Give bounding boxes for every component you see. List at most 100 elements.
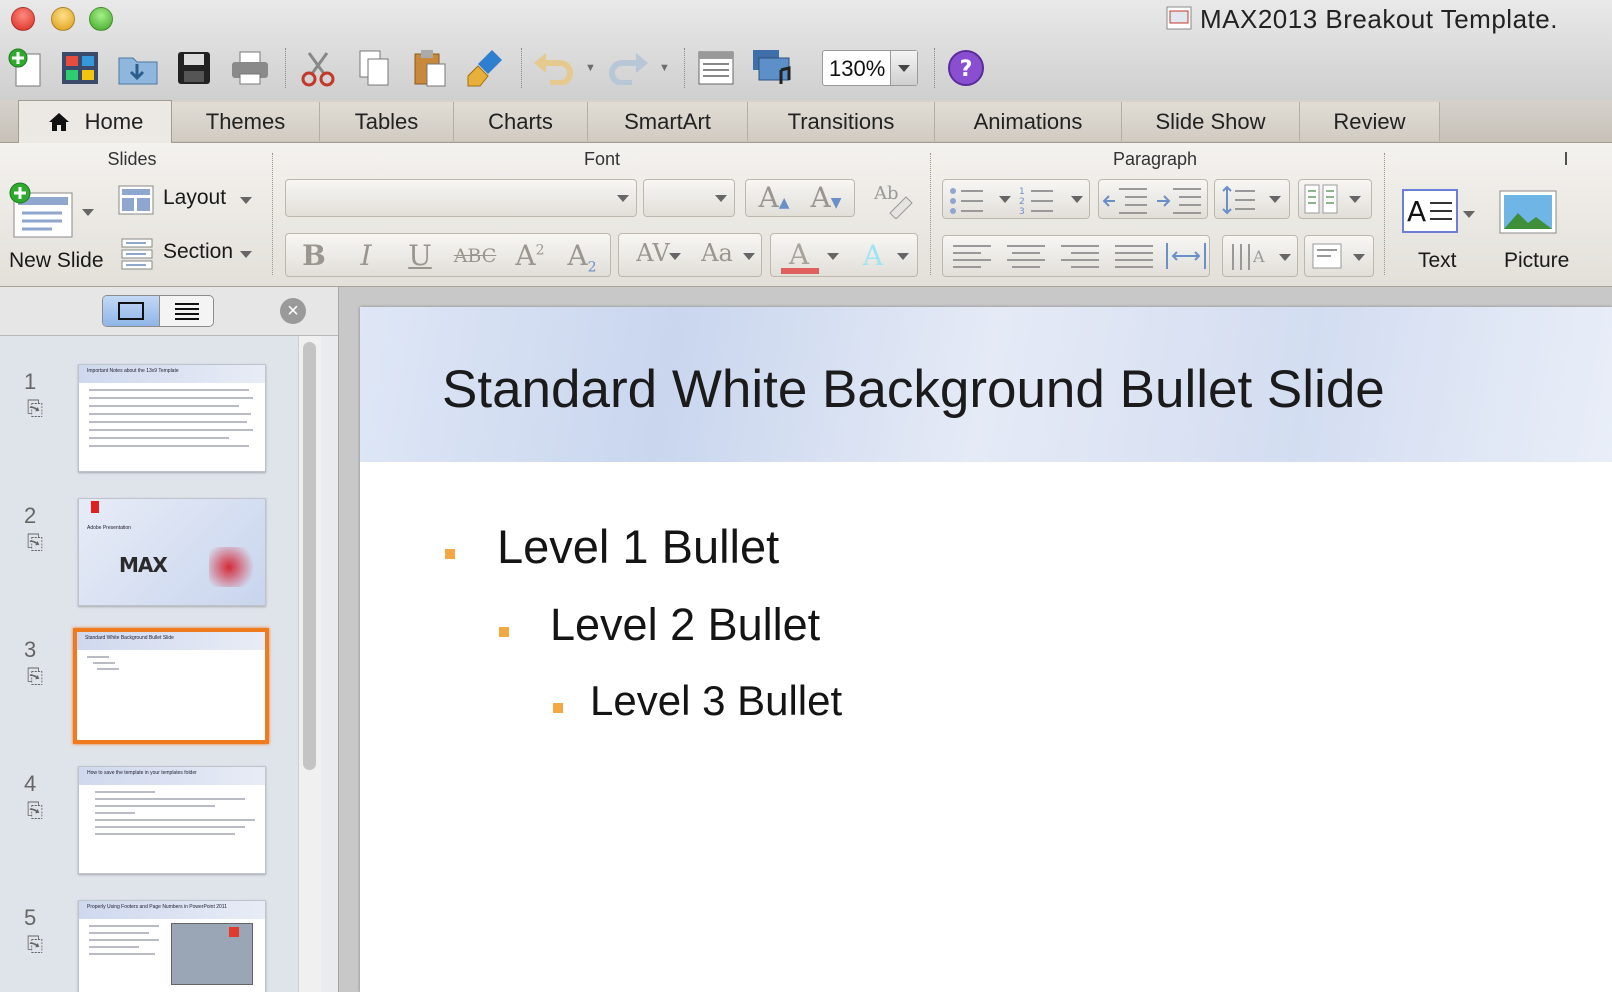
text-direction-icon[interactable]: A <box>1227 240 1267 274</box>
bullets-dropdown-icon[interactable] <box>999 196 1011 203</box>
new-presentation-icon[interactable] <box>4 46 48 90</box>
section-dropdown-icon[interactable] <box>240 251 252 258</box>
slide-thumbnail-2[interactable]: Adobe Presentation MAX <box>78 498 266 606</box>
tab-home[interactable]: Home <box>18 100 172 143</box>
character-spacing-dropdown-icon[interactable] <box>669 253 681 260</box>
cut-icon[interactable] <box>296 46 340 90</box>
zoom-value[interactable]: 130% <box>829 56 885 82</box>
slide-title[interactable]: Standard White Background Bullet Slide <box>442 359 1385 420</box>
change-case-icon[interactable]: Aa <box>695 239 739 267</box>
bullet-level-3[interactable]: Level 3 Bullet <box>590 677 842 725</box>
grow-font-icon[interactable]: A▲ <box>752 181 796 214</box>
document-icon <box>1166 6 1192 30</box>
section-label: Section <box>163 240 234 263</box>
slides-view-button[interactable] <box>103 296 160 326</box>
text-effects-dropdown-icon[interactable] <box>897 253 909 260</box>
zoom-dropdown-button[interactable] <box>890 51 917 85</box>
italic-button[interactable]: I <box>344 239 388 272</box>
undo-icon[interactable] <box>532 46 576 90</box>
font-size-field[interactable] <box>643 179 735 217</box>
zoom-field[interactable]: 130% <box>822 50 918 86</box>
slide-sorter-icon[interactable] <box>694 46 738 90</box>
open-icon[interactable] <box>116 46 160 90</box>
tab-tables[interactable]: Tables <box>320 102 454 141</box>
window-zoom-button[interactable] <box>89 7 113 31</box>
justify-icon[interactable] <box>1111 241 1157 271</box>
help-icon[interactable]: ? <box>944 46 988 90</box>
section-button[interactable]: Section <box>118 237 258 271</box>
group-separator <box>272 153 273 275</box>
columns-icon[interactable] <box>1303 183 1339 217</box>
layout-button[interactable]: Layout <box>118 183 258 217</box>
superscript-button[interactable]: A2 <box>508 239 552 272</box>
distribute-icon[interactable] <box>1163 241 1209 271</box>
picture-button[interactable]: Picture <box>1498 187 1612 277</box>
font-name-field[interactable] <box>285 179 637 217</box>
pane-scrollbar[interactable] <box>298 336 321 992</box>
strikethrough-button[interactable]: ABC <box>450 245 500 267</box>
redo-dropdown-icon[interactable]: ▼ <box>659 62 670 74</box>
scrollbar-thumb[interactable] <box>303 342 316 770</box>
numbering-icon[interactable]: 123 <box>1017 183 1067 217</box>
bullet-level-1[interactable]: Level 1 Bullet <box>497 519 779 574</box>
align-right-icon[interactable] <box>1057 241 1103 271</box>
slide-thumbnail-3[interactable]: Standard White Background Bullet Slide <box>73 628 269 744</box>
align-center-icon[interactable] <box>1003 241 1049 271</box>
media-browser-icon[interactable] <box>750 46 794 90</box>
save-icon[interactable] <box>172 46 216 90</box>
undo-dropdown-icon[interactable]: ▼ <box>585 62 596 74</box>
shrink-font-icon[interactable]: A▼ <box>804 181 848 214</box>
bullet-level-2[interactable]: Level 2 Bullet <box>550 599 820 651</box>
line-spacing-icon[interactable] <box>1219 183 1259 217</box>
text-box-button[interactable]: A Text <box>1400 187 1480 277</box>
font-color-dropdown-icon[interactable] <box>827 253 839 260</box>
bold-button[interactable]: B <box>292 239 336 272</box>
new-slide-dropdown-icon[interactable] <box>82 209 94 216</box>
outline-view-button[interactable] <box>159 296 213 326</box>
align-text-dropdown-icon[interactable] <box>1353 254 1365 261</box>
tab-review[interactable]: Review <box>1300 102 1440 141</box>
font-color-icon[interactable]: A <box>777 238 821 274</box>
increase-indent-icon[interactable] <box>1155 183 1205 217</box>
tab-smartart[interactable]: SmartArt <box>588 102 748 141</box>
slide-thumbnail-1[interactable]: Important Notes about the 13x9 Template <box>78 364 266 472</box>
tab-themes[interactable]: Themes <box>172 102 320 141</box>
current-slide[interactable]: Standard White Background Bullet Slide L… <box>360 307 1612 992</box>
tab-slide-show[interactable]: Slide Show <box>1122 102 1300 141</box>
slide-number: 2 <box>24 503 37 528</box>
clear-formatting-icon[interactable]: Ab <box>866 179 916 220</box>
text-direction-dropdown-icon[interactable] <box>1279 254 1291 261</box>
numbering-dropdown-icon[interactable] <box>1071 196 1083 203</box>
tab-animations[interactable]: Animations <box>935 102 1122 141</box>
window-close-button[interactable] <box>11 7 35 31</box>
format-painter-icon[interactable] <box>464 46 508 90</box>
paste-icon[interactable] <box>408 46 452 90</box>
copy-icon[interactable] <box>352 46 396 90</box>
line-spacing-dropdown-icon[interactable] <box>1269 196 1281 203</box>
slide-number: 4 <box>24 771 37 796</box>
underline-button[interactable]: U <box>398 239 442 272</box>
slide-thumbnail-5[interactable]: Properly Using Footers and Page Numbers … <box>78 900 266 992</box>
print-icon[interactable] <box>228 46 272 90</box>
window-minimize-button[interactable] <box>51 7 75 31</box>
slide-thumbnail-4[interactable]: How to save the template in your templat… <box>78 766 266 874</box>
redo-icon[interactable] <box>606 46 650 90</box>
decrease-indent-icon[interactable] <box>1101 183 1151 217</box>
subscript-button[interactable]: A2 <box>560 239 604 276</box>
align-left-icon[interactable] <box>949 241 995 271</box>
change-case-dropdown-icon[interactable] <box>743 253 755 260</box>
columns-dropdown-icon[interactable] <box>1349 196 1361 203</box>
thumb-title: Important Notes about the 13x9 Template <box>87 368 179 374</box>
bullets-icon[interactable] <box>947 183 997 217</box>
text-effects-icon[interactable]: A <box>851 239 895 272</box>
tab-charts[interactable]: Charts <box>454 102 588 141</box>
tab-transitions[interactable]: Transitions <box>748 102 935 141</box>
text-box-dropdown-icon[interactable] <box>1463 211 1475 218</box>
close-pane-icon[interactable]: × <box>280 298 306 324</box>
font-name-dropdown-icon[interactable] <box>617 195 629 202</box>
gallery-icon[interactable] <box>58 46 102 90</box>
font-size-dropdown-icon[interactable] <box>715 195 727 202</box>
subscript-label: A <box>567 239 588 272</box>
layout-dropdown-icon[interactable] <box>240 197 252 204</box>
align-text-icon[interactable] <box>1309 240 1345 274</box>
